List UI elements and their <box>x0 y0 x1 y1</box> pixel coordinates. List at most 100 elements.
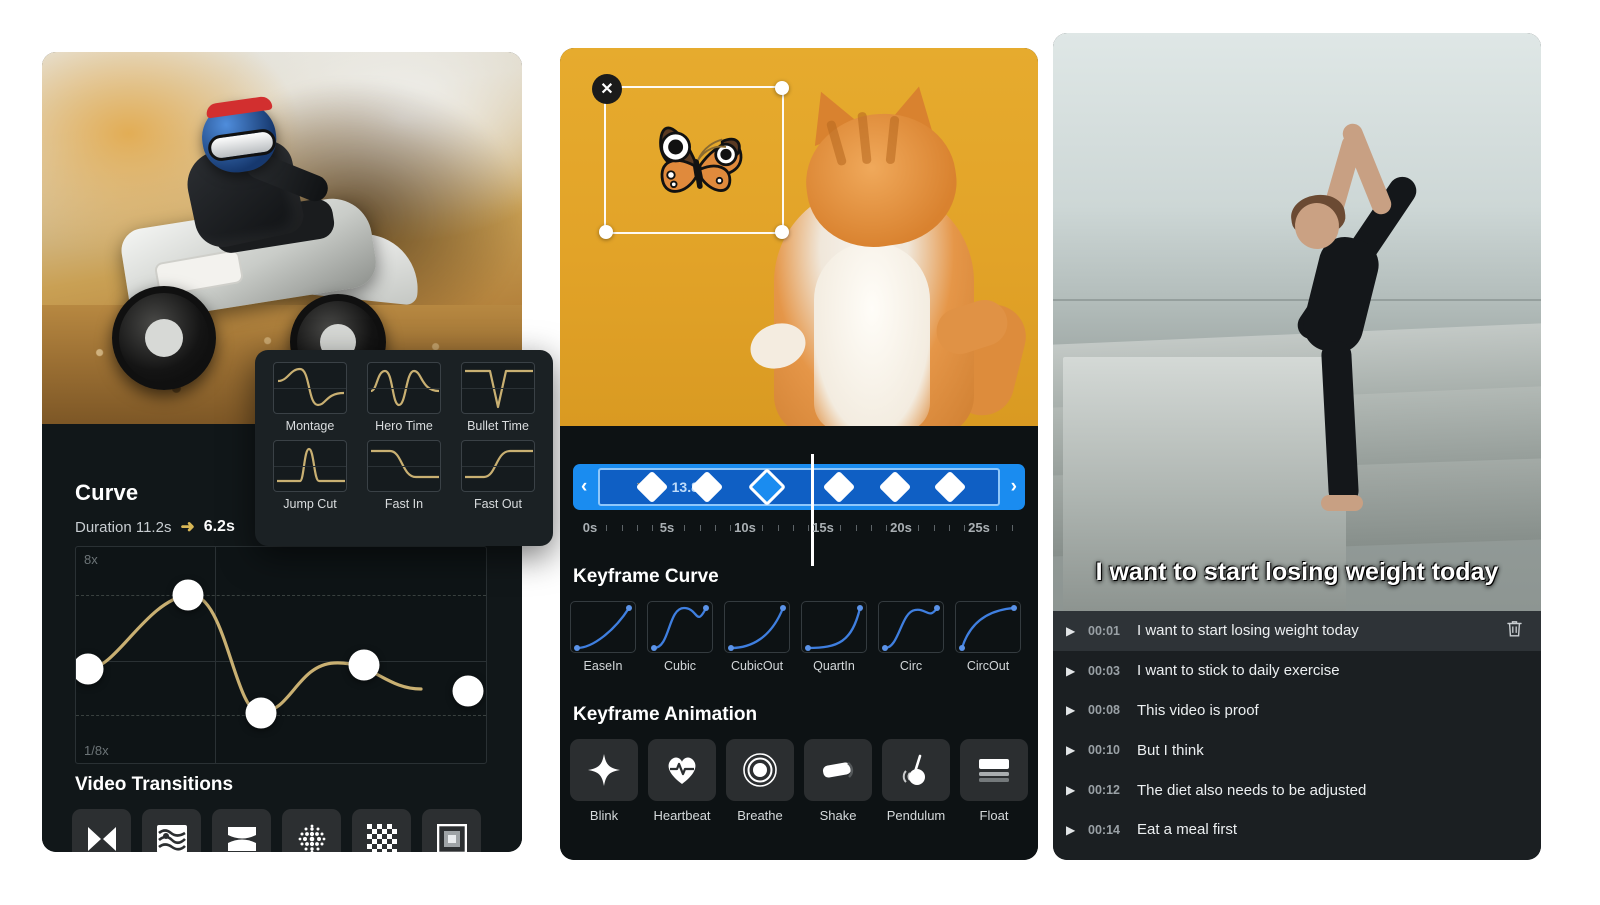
timeline-clip[interactable]: 🦋 13.8s <box>598 467 1000 507</box>
timeline-next-button[interactable]: › <box>1011 476 1017 498</box>
ruler-tick-label: 15s <box>812 520 834 535</box>
video-transitions-title: Video Transitions <box>75 774 234 795</box>
curve-presets-popup: Montage Hero Time Bullet Time Jump Cut F… <box>255 350 553 546</box>
animation-label: Breathe <box>737 808 783 823</box>
curve-preset-label: Fast In <box>384 497 424 511</box>
curve-keypoint[interactable] <box>452 675 484 707</box>
screenshot-root: Curve Duration 11.2s ➜ 6.2s 8x 1/8x Vide… <box>0 0 1600 905</box>
close-icon[interactable]: ✕ <box>592 74 622 104</box>
keyframe-marker[interactable] <box>878 470 911 504</box>
caption-text[interactable]: I want to stick to daily exercise <box>1129 662 1340 679</box>
curve-preset-montage[interactable]: Montage <box>269 362 351 433</box>
trash-icon[interactable] <box>1506 619 1523 642</box>
animation-heartbeat[interactable]: Heartbeat <box>648 739 716 823</box>
graph-curve-path <box>86 593 423 715</box>
cubic-curve-icon <box>647 601 713 653</box>
cat-video-preview[interactable]: ✕ <box>560 48 1038 426</box>
caption-time: 00:14 <box>1088 822 1120 837</box>
caption-text[interactable]: The diet also needs to be adjusted <box>1129 782 1366 799</box>
ruler-tick-label: 0s <box>582 520 598 535</box>
speed-curve-graph[interactable]: 8x 1/8x <box>75 546 487 764</box>
keyframe-marker[interactable] <box>933 470 967 504</box>
keyframe-curve-circout[interactable]: CircOut <box>955 601 1021 673</box>
caption-time: 00:01 <box>1088 623 1120 638</box>
keyframe-marker[interactable] <box>822 470 856 504</box>
curve-preset-fast-out[interactable]: Fast Out <box>457 440 539 511</box>
caption-text[interactable]: This video is proof <box>1129 702 1259 719</box>
caption-row[interactable]: ▶ 00:10 But I think <box>1053 730 1541 770</box>
caption-row[interactable]: ▶ 00:01 I want to start losing weight to… <box>1053 611 1541 651</box>
curve-preset-bullet-time[interactable]: Bullet Time <box>457 362 539 433</box>
transition-blur[interactable]: Blur <box>282 809 341 852</box>
keyframe-panel: ✕ ‹ › 13.8s 0s 5s 10s 15s 20s 25s Keyfra… <box>560 48 1038 860</box>
animation-pendulum[interactable]: Pendulum <box>882 739 950 823</box>
caption-row[interactable]: ▶ 00:08 This video is proof <box>1053 691 1541 731</box>
caption-row[interactable]: ▶ 00:14 Eat a meal first <box>1053 810 1541 850</box>
play-icon[interactable]: ▶ <box>1066 703 1083 717</box>
animation-label: Heartbeat <box>653 808 711 823</box>
pendulum-icon <box>882 739 950 801</box>
sparkle-icon <box>570 739 638 801</box>
transition-dissolve[interactable]: Dissolve <box>72 809 131 852</box>
caption-text[interactable]: But I think <box>1129 742 1204 759</box>
curve-keypoint[interactable] <box>348 649 380 681</box>
keyframe-curve-circ[interactable]: Circ <box>878 601 944 673</box>
yoga-video-preview[interactable]: I want to start losing weight today <box>1053 33 1541 611</box>
resize-handle[interactable] <box>599 225 613 239</box>
blink-icon <box>212 809 271 852</box>
keyframe-marker[interactable] <box>691 470 724 504</box>
subtitle-overlay[interactable]: I want to start losing weight today <box>1053 558 1541 587</box>
transition-pixelate[interactable]: Pixelate <box>352 809 411 852</box>
float-layers-icon <box>960 739 1028 801</box>
animation-blink[interactable]: Blink <box>570 739 638 823</box>
keyframe-curve-cubic[interactable]: Cubic <box>647 601 713 673</box>
curve-bullet-time-icon <box>461 362 535 414</box>
concentric-circles-icon <box>726 739 794 801</box>
caption-row[interactable]: ▶ 00:03 I want to stick to daily exercis… <box>1053 651 1541 691</box>
sticker-selection-box[interactable]: ✕ <box>592 74 789 239</box>
animation-label: Blink <box>589 808 619 823</box>
animation-shake[interactable]: Shake <box>804 739 872 823</box>
animation-label: Float <box>979 808 1009 823</box>
atv-rider-graphic <box>94 94 434 390</box>
keyframe-animation-title: Keyframe Animation <box>573 704 758 725</box>
caption-text[interactable]: I want to start losing weight today <box>1129 622 1359 639</box>
transition-zoom[interactable]: Zoom <box>422 809 481 852</box>
timeline-playhead[interactable] <box>811 454 814 566</box>
keyframe-curve-label: EaseIn <box>583 659 623 673</box>
transition-blink[interactable]: blink <box>212 809 271 852</box>
keyframe-curve-cubicout[interactable]: CubicOut <box>724 601 790 673</box>
captions-panel: I want to start losing weight today ▶ 00… <box>1053 33 1541 860</box>
timeline-track[interactable]: ‹ › 🦋 13.8s <box>573 464 1025 510</box>
timeline-prev-button[interactable]: ‹ <box>581 476 587 498</box>
curve-preset-label: Hero Time <box>375 419 433 433</box>
curve-jump-cut-icon <box>273 440 347 492</box>
caption-row[interactable]: ▶ 00:12 The diet also needs to be adjust… <box>1053 770 1541 810</box>
caption-time: 00:10 <box>1088 743 1120 758</box>
play-icon[interactable]: ▶ <box>1066 624 1083 638</box>
play-icon[interactable]: ▶ <box>1066 664 1083 678</box>
resize-handle[interactable] <box>775 225 789 239</box>
keyframe-marker-selected[interactable] <box>748 467 787 507</box>
animation-float[interactable]: Float <box>960 739 1028 823</box>
circ-curve-icon <box>878 601 944 653</box>
play-icon[interactable]: ▶ <box>1066 783 1083 797</box>
play-icon[interactable]: ▶ <box>1066 823 1083 837</box>
curve-preset-fast-in[interactable]: Fast In <box>363 440 445 511</box>
curve-preset-label: Bullet Time <box>467 419 529 433</box>
resize-handle[interactable] <box>775 81 789 95</box>
curve-keypoint[interactable] <box>245 697 277 729</box>
keyframe-timeline[interactable]: ‹ › 🦋 13.8s <box>573 454 1025 566</box>
caption-text[interactable]: Eat a meal first <box>1129 821 1237 838</box>
curve-preset-jump-cut[interactable]: Jump Cut <box>269 440 351 511</box>
keyframe-curve-easein[interactable]: EaseIn <box>570 601 636 673</box>
ruler-tick-label: 20s <box>890 520 912 535</box>
keyframe-marker[interactable] <box>635 470 668 504</box>
timeline-ruler: 0s 5s 10s 15s 20s 25s <box>573 518 1025 538</box>
keyframe-curve-quartin[interactable]: QuartIn <box>801 601 867 673</box>
play-icon[interactable]: ▶ <box>1066 743 1083 757</box>
curve-keypoint[interactable] <box>172 579 204 611</box>
curve-preset-hero-time[interactable]: Hero Time <box>363 362 445 433</box>
transition-dissolve-2[interactable]: Dissolve 2 <box>142 809 201 852</box>
animation-breathe[interactable]: Breathe <box>726 739 794 823</box>
